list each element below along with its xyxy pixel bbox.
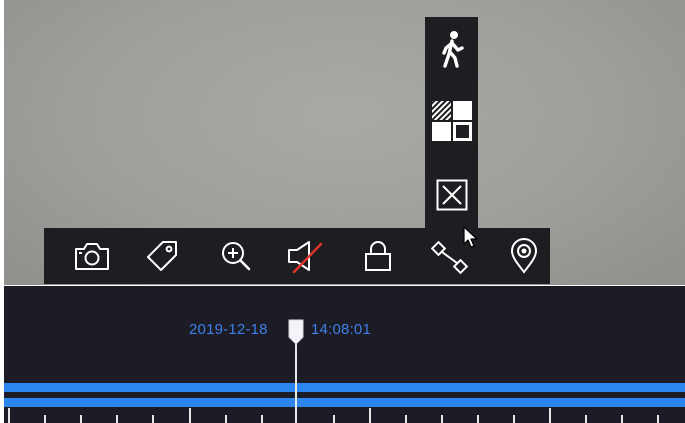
vertical-toolbar xyxy=(425,17,478,228)
recording-track-top xyxy=(4,383,685,392)
close-box-button[interactable] xyxy=(425,170,478,220)
person-walking-icon xyxy=(439,30,465,70)
playback-timeline[interactable]: 2019-12-18 14:08:01 xyxy=(4,286,685,423)
tag-icon xyxy=(145,239,179,273)
speaker-muted-icon xyxy=(285,238,325,274)
playback-date: 2019-12-18 xyxy=(189,321,268,338)
zoom-in-icon xyxy=(220,240,252,272)
camera-icon xyxy=(74,241,110,271)
lock-button[interactable] xyxy=(350,228,406,284)
playhead-line xyxy=(295,334,297,423)
mosaic-grid-icon xyxy=(431,100,473,142)
lock-icon xyxy=(363,240,393,272)
location-pin-icon xyxy=(509,238,539,274)
audio-mute-button[interactable] xyxy=(277,228,333,284)
time-scale xyxy=(4,406,685,423)
person-walking-button[interactable] xyxy=(425,25,478,75)
close-box-icon xyxy=(436,179,468,211)
mouse-cursor-icon xyxy=(463,226,479,250)
location-button[interactable] xyxy=(496,228,552,284)
playback-time: 14:08:01 xyxy=(311,321,371,338)
zoom-in-button[interactable] xyxy=(208,228,264,284)
playhead-handle[interactable] xyxy=(287,318,305,346)
snapshot-button[interactable] xyxy=(64,228,120,284)
tag-button[interactable] xyxy=(134,228,190,284)
mosaic-button[interactable] xyxy=(425,96,478,146)
